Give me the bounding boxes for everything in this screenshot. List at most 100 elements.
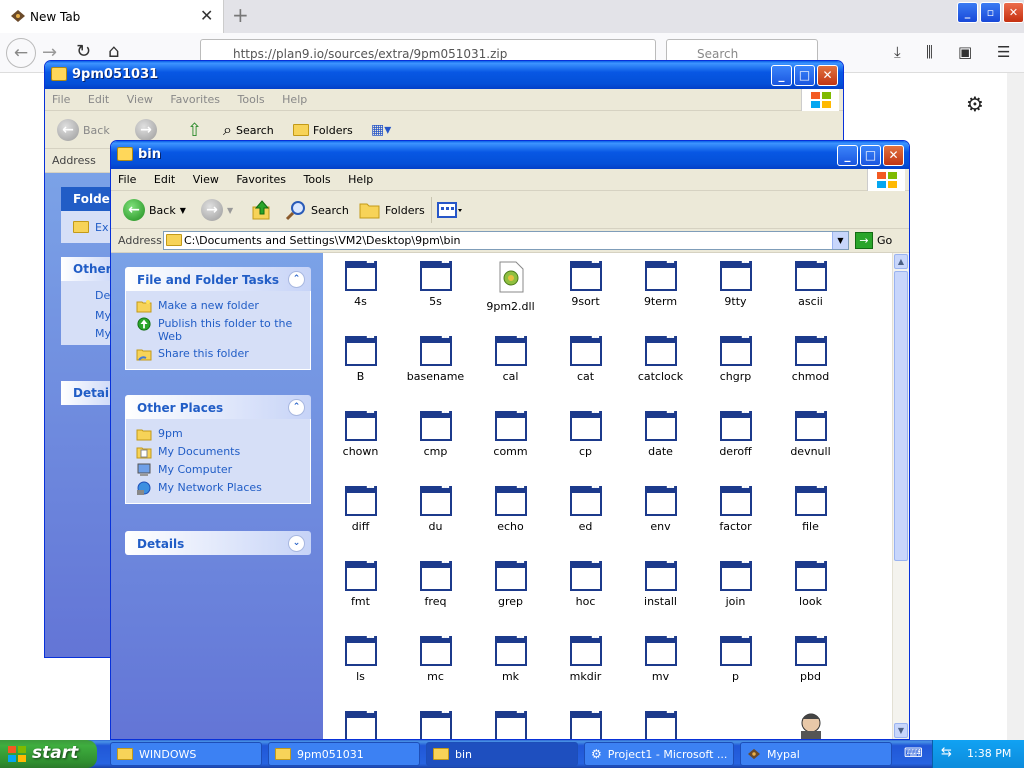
menu-icon[interactable]: ☰ — [997, 43, 1010, 61]
file-item[interactable]: fmt — [323, 559, 398, 608]
file-item[interactable]: du — [398, 484, 473, 533]
file-item[interactable]: mk — [473, 634, 548, 683]
search-button[interactable]: Search — [285, 198, 349, 222]
file-item[interactable]: echo — [473, 484, 548, 533]
share-folder-link[interactable]: Share this folder — [136, 345, 310, 363]
title-bar[interactable]: 9pm051031 _ □ ✕ — [45, 61, 843, 89]
library-icon[interactable]: ⫼ — [926, 43, 933, 61]
file-item[interactable]: p — [698, 634, 773, 683]
back-arrow-icon[interactable]: ← — [6, 38, 36, 68]
taskbar-button-project1[interactable]: ⚙ Project1 - Microsoft ... — [584, 742, 734, 766]
menu-edit[interactable]: Edit — [81, 89, 116, 106]
folders-button[interactable]: Folders — [359, 198, 425, 222]
make-new-folder-link[interactable]: Make a new folder — [136, 297, 310, 315]
file-item[interactable]: factor — [698, 484, 773, 533]
file-item[interactable]: env — [623, 484, 698, 533]
place-9pm[interactable]: 9pm — [136, 425, 310, 443]
place-link[interactable]: My — [95, 327, 111, 340]
scroll-up-icon[interactable]: ▲ — [894, 254, 908, 269]
title-bar[interactable]: bin _ □ ✕ — [111, 141, 909, 169]
go-button[interactable]: → Go — [855, 232, 892, 249]
file-item[interactable]: chown — [323, 409, 398, 458]
file-item[interactable]: file — [773, 484, 848, 533]
browser-tab[interactable]: New Tab ✕ — [0, 0, 224, 33]
file-item[interactable]: look — [773, 559, 848, 608]
chevron-up-icon[interactable]: ⌃ — [288, 271, 305, 288]
file-item[interactable]: B — [323, 334, 398, 383]
menu-tools[interactable]: Tools — [231, 89, 272, 106]
back-button[interactable]: ← Back ▼ — [123, 198, 186, 222]
file-item[interactable]: mc — [398, 634, 473, 683]
scroll-thumb[interactable] — [894, 271, 908, 561]
menu-view[interactable]: View — [186, 169, 226, 186]
file-item[interactable]: ascii — [773, 259, 848, 308]
file-item[interactable]: mv — [623, 634, 698, 683]
taskbar-button-mypal[interactable]: Mypal — [740, 742, 892, 766]
file-item[interactable]: cp — [548, 409, 623, 458]
file-item[interactable] — [623, 709, 698, 739]
menu-tools[interactable]: Tools — [297, 169, 338, 186]
menu-favorites[interactable]: Favorites — [163, 89, 227, 106]
file-item[interactable]: devnull — [773, 409, 848, 458]
settings-gear-icon[interactable]: ⚙ — [966, 92, 984, 116]
back-button[interactable]: ← Back — [57, 118, 110, 142]
menu-edit[interactable]: Edit — [147, 169, 182, 186]
file-item[interactable]: 4s — [323, 259, 398, 308]
file-item[interactable]: cat — [548, 334, 623, 383]
taskbar-button-bin[interactable]: bin — [426, 742, 578, 766]
taskbar-button-9pm051031[interactable]: 9pm051031 — [268, 742, 420, 766]
file-item[interactable]: date — [623, 409, 698, 458]
chevron-up-icon[interactable]: ⌃ — [288, 399, 305, 416]
taskbar-button-windows[interactable]: WINDOWS — [110, 742, 262, 766]
file-item[interactable]: join — [698, 559, 773, 608]
vertical-scrollbar[interactable]: ▲ ▼ — [892, 253, 909, 739]
file-item[interactable]: basename — [398, 334, 473, 383]
details-header[interactable]: Details ⌄ — [125, 531, 311, 555]
file-item[interactable] — [773, 711, 848, 739]
file-item[interactable]: chmod — [773, 334, 848, 383]
menu-help[interactable]: Help — [275, 89, 314, 106]
menu-help[interactable]: Help — [341, 169, 380, 186]
file-folder-tasks-header[interactable]: File and Folder Tasks ⌃ — [125, 267, 311, 291]
file-item[interactable]: deroff — [698, 409, 773, 458]
file-item[interactable]: chgrp — [698, 334, 773, 383]
place-my-network[interactable]: My Network Places — [136, 479, 310, 497]
minimize-button[interactable]: _ — [957, 2, 978, 23]
file-item[interactable]: ls — [323, 634, 398, 683]
file-item[interactable]: 9tty — [698, 259, 773, 308]
address-input[interactable]: C:\Documents and Settings\VM2\Desktop\9p… — [163, 231, 849, 250]
views-button[interactable] — [437, 198, 463, 222]
file-item[interactable]: cal — [473, 334, 548, 383]
chevron-down-icon[interactable]: ▼ — [832, 232, 848, 249]
file-item[interactable] — [398, 709, 473, 739]
menu-file[interactable]: File — [45, 89, 77, 106]
browser-scrollbar[interactable] — [1007, 73, 1024, 740]
network-icon[interactable]: ⇆ — [941, 745, 952, 760]
views-button[interactable]: ▦▾ — [371, 118, 391, 142]
chevron-down-icon[interactable]: ⌄ — [288, 535, 305, 552]
file-item[interactable]: hoc — [548, 559, 623, 608]
menu-view[interactable]: View — [120, 89, 160, 106]
reload-icon[interactable]: ↻ — [76, 41, 91, 62]
home-icon[interactable]: ⌂ — [108, 41, 119, 62]
file-item[interactable]: 9pm2.dll — [473, 261, 548, 313]
file-item[interactable]: catclock — [623, 334, 698, 383]
close-tab-icon[interactable]: ✕ — [200, 6, 213, 25]
file-item[interactable] — [323, 709, 398, 739]
file-item[interactable]: 9term — [623, 259, 698, 308]
file-item[interactable]: diff — [323, 484, 398, 533]
start-button[interactable]: start — [0, 740, 97, 768]
file-item[interactable]: comm — [473, 409, 548, 458]
task-link[interactable]: Ex — [95, 221, 108, 234]
search-button[interactable]: ⌕ Search — [223, 118, 274, 142]
minimize-button[interactable]: _ — [837, 145, 858, 166]
other-places-header[interactable]: Other Places ⌃ — [125, 395, 311, 419]
scroll-down-icon[interactable]: ▼ — [894, 723, 908, 738]
maximize-button[interactable]: □ — [860, 145, 881, 166]
file-item[interactable]: install — [623, 559, 698, 608]
place-link[interactable]: My — [95, 309, 111, 322]
minimize-button[interactable]: _ — [771, 65, 792, 86]
maximize-button[interactable]: ▫ — [980, 2, 1001, 23]
folders-button[interactable]: Folders — [293, 118, 353, 142]
forward-button[interactable]: → ▼ — [201, 198, 233, 222]
